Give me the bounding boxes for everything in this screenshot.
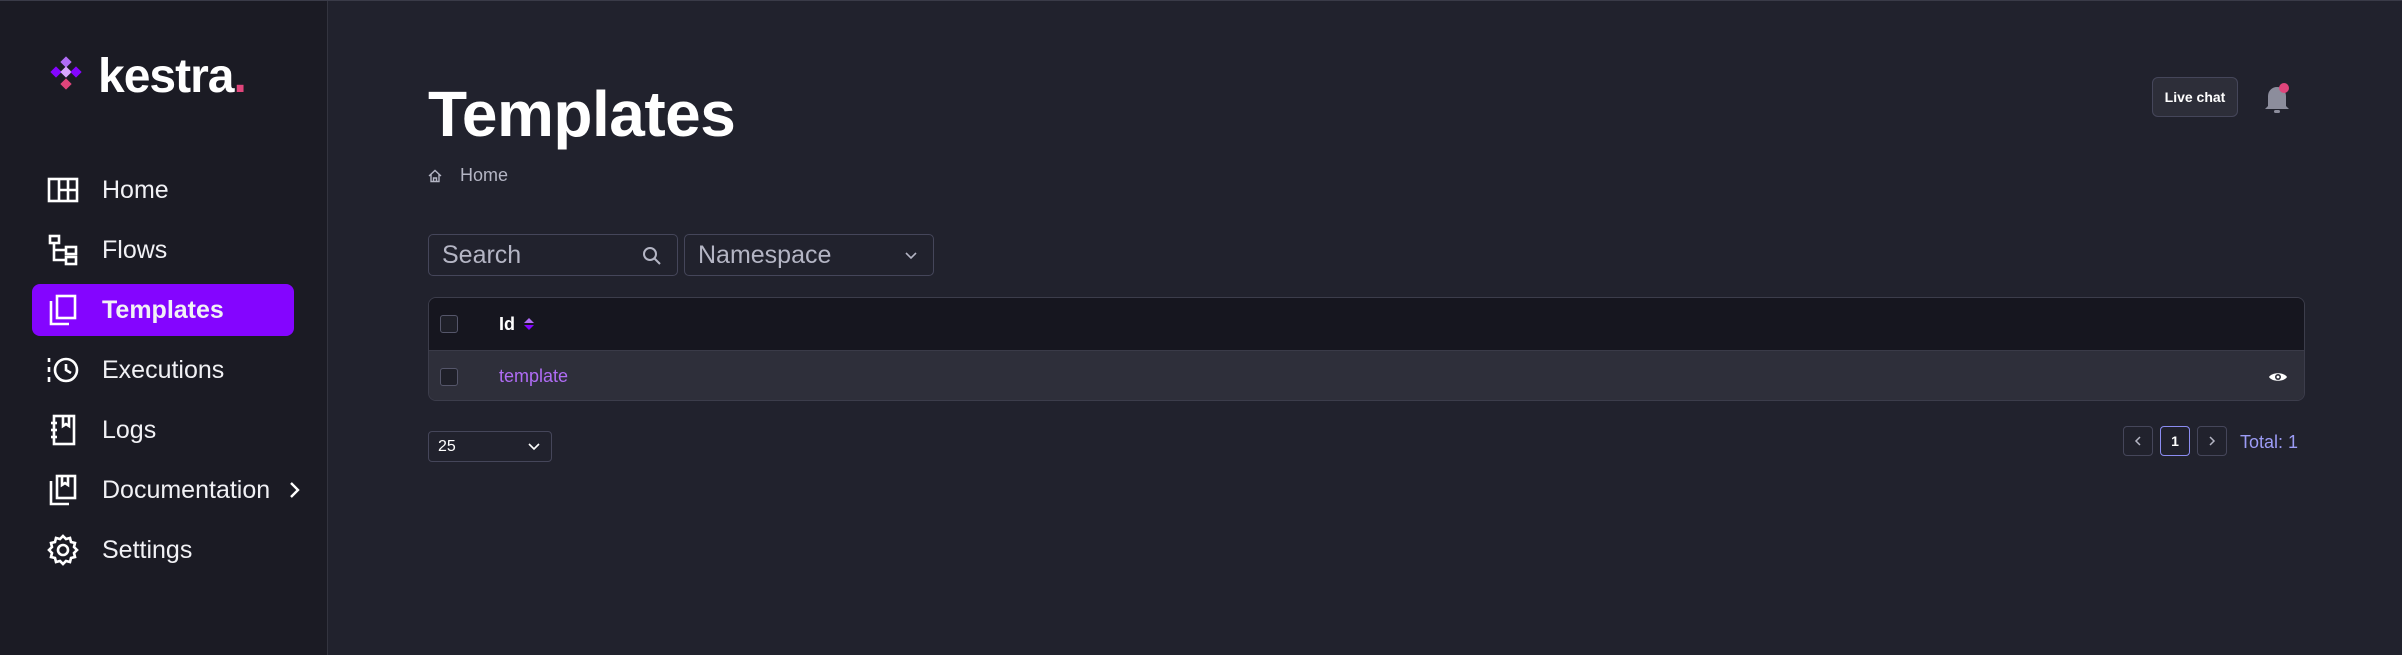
sidebar-item-documentation[interactable]: Documentation	[32, 464, 300, 516]
live-chat-button[interactable]: Live chat	[2152, 77, 2238, 117]
chevron-left-icon	[2134, 436, 2141, 446]
home-icon	[428, 169, 442, 182]
template-id-link[interactable]: template	[499, 366, 568, 387]
templates-table: Id template	[428, 297, 2305, 401]
sidebar: kestra. Home Flows Templates Executions …	[0, 1, 328, 655]
sidebar-item-executions[interactable]: Executions	[32, 344, 294, 396]
pagination: 1	[2123, 426, 2227, 456]
sidebar-item-label: Flows	[102, 235, 168, 264]
total-count: Total: 1	[2240, 432, 2299, 452]
documentation-icon	[46, 473, 80, 507]
prev-page-button[interactable]	[2123, 426, 2153, 456]
executions-icon	[46, 353, 80, 387]
sidebar-item-label: Executions	[102, 355, 225, 384]
sidebar-item-label: Logs	[102, 415, 157, 444]
select-all-checkbox[interactable]	[440, 315, 458, 333]
app-window: kestra. Home Flows Templates Executions …	[0, 0, 2402, 655]
sidebar-item-home[interactable]: Home	[32, 164, 294, 216]
page-size-value: 25	[438, 437, 456, 455]
chevron-right-icon	[290, 482, 300, 498]
sidebar-item-label: Documentation	[102, 475, 271, 504]
chevron-right-icon	[2209, 436, 2216, 446]
logs-icon	[46, 413, 80, 447]
flows-icon	[46, 233, 80, 267]
row-checkbox[interactable]	[440, 367, 458, 386]
page-button-current[interactable]: 1	[2160, 426, 2190, 456]
table-row: template	[429, 350, 2304, 400]
sidebar-nav: Home Flows Templates Executions Logs Doc…	[32, 164, 300, 584]
page-title: Templates	[428, 78, 736, 150]
chevron-down-icon	[528, 443, 540, 451]
column-header-id[interactable]: Id	[499, 314, 535, 335]
home-grid-icon	[46, 173, 80, 207]
page-size-select[interactable]: 25	[428, 431, 552, 462]
breadcrumb-home-link[interactable]: Home	[460, 165, 508, 186]
sidebar-item-templates[interactable]: Templates	[32, 284, 294, 336]
search-field	[428, 234, 678, 276]
sidebar-item-settings[interactable]: Settings	[32, 524, 294, 576]
sort-icon[interactable]	[523, 315, 535, 333]
kestra-logo-icon	[50, 56, 82, 90]
sidebar-item-label: Settings	[102, 535, 193, 564]
chevron-down-icon	[905, 252, 917, 260]
namespace-select[interactable]: Namespace	[684, 234, 934, 276]
brand-name: kestra.	[98, 50, 247, 103]
next-page-button[interactable]	[2197, 426, 2227, 456]
sidebar-item-flows[interactable]: Flows	[32, 224, 294, 276]
main-content: Templates Home Live chat Namespace	[328, 1, 2402, 655]
gear-icon	[46, 533, 80, 567]
table-header: Id	[429, 298, 2304, 350]
breadcrumb: Home	[428, 165, 508, 186]
search-input[interactable]	[442, 240, 632, 270]
templates-icon	[46, 293, 80, 327]
eye-icon[interactable]	[2268, 370, 2288, 384]
kestra-logo[interactable]: kestra.	[46, 50, 247, 103]
sidebar-item-logs[interactable]: Logs	[32, 404, 294, 456]
notification-bell-icon[interactable]	[2262, 81, 2292, 115]
search-icon[interactable]	[641, 245, 663, 267]
namespace-placeholder: Namespace	[698, 240, 832, 269]
sidebar-item-label: Home	[102, 175, 169, 204]
sidebar-item-label: Templates	[102, 295, 224, 324]
